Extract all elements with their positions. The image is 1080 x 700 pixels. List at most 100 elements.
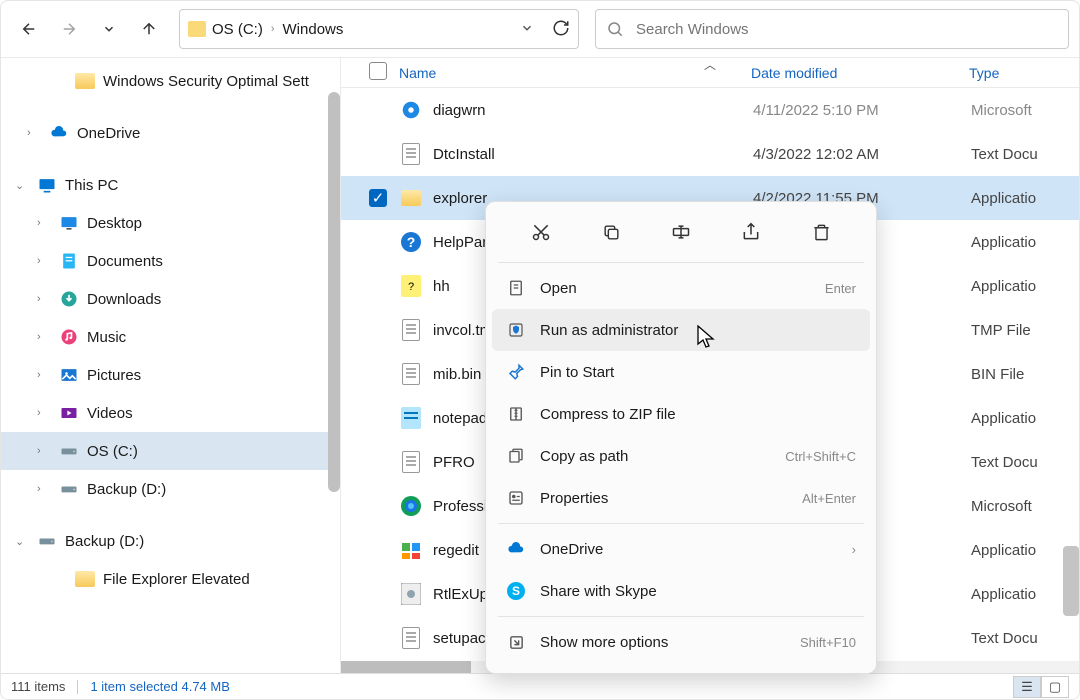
context-item-label: OneDrive bbox=[540, 541, 838, 558]
breadcrumb-segment[interactable]: Windows bbox=[283, 21, 344, 38]
sidebar-item[interactable]: Windows Security Optimal Sett bbox=[1, 62, 340, 100]
expand-icon[interactable]: › bbox=[37, 369, 51, 381]
expand-icon[interactable]: › bbox=[37, 331, 51, 343]
context-item[interactable]: Compress to ZIP file bbox=[492, 393, 870, 435]
expand-icon[interactable]: › bbox=[37, 217, 51, 229]
expand-icon[interactable]: ⌄ bbox=[15, 535, 29, 548]
sidebar-item-label: File Explorer Elevated bbox=[103, 571, 250, 588]
toolbar: OS (C:) › Windows bbox=[1, 1, 1079, 57]
column-header-name[interactable]: Name bbox=[399, 65, 751, 81]
column-header-date[interactable]: Date modified bbox=[751, 65, 969, 81]
row-checkbox[interactable]: ✓ bbox=[369, 189, 387, 207]
sidebar-item[interactable]: › Videos bbox=[1, 394, 340, 432]
file-icon bbox=[399, 142, 423, 166]
status-item-count: 111 items bbox=[11, 679, 65, 694]
nav-back-button[interactable] bbox=[11, 11, 47, 47]
vertical-scrollbar-thumb[interactable] bbox=[1063, 546, 1079, 616]
sidebar-item[interactable]: › Pictures bbox=[1, 356, 340, 394]
file-row[interactable]: diagwrn4/11/2022 5:10 PMMicrosoft bbox=[341, 88, 1079, 132]
context-item[interactable]: S Share with Skype bbox=[492, 570, 870, 612]
select-all-checkbox[interactable] bbox=[369, 62, 387, 80]
sidebar-item[interactable]: › Documents bbox=[1, 242, 340, 280]
expand-icon[interactable]: › bbox=[27, 127, 41, 139]
pc-icon bbox=[37, 175, 57, 195]
sidebar-item[interactable]: › Downloads bbox=[1, 280, 340, 318]
collapse-ribbon-button[interactable]: ︿ bbox=[704, 58, 716, 73]
pictures-icon bbox=[59, 365, 79, 385]
context-item[interactable]: OpenEnter bbox=[492, 267, 870, 309]
expand-icon[interactable]: › bbox=[37, 293, 51, 305]
context-menu: OpenEnterRun as administratorPin to Star… bbox=[485, 201, 877, 674]
svg-text:?: ? bbox=[408, 281, 414, 293]
copy-button[interactable] bbox=[593, 216, 629, 248]
sidebar-scrollbar[interactable] bbox=[328, 92, 340, 492]
sidebar-item[interactable]: › OS (C:) bbox=[1, 432, 340, 470]
status-bar: 111 items 1 item selected 4.74 MB ☰ ▢ bbox=[1, 673, 1079, 699]
refresh-button[interactable] bbox=[552, 19, 570, 40]
file-icon: ? bbox=[399, 274, 423, 298]
context-item[interactable]: Run as administrator bbox=[492, 309, 870, 351]
expand-icon[interactable]: › bbox=[37, 445, 51, 457]
delete-button[interactable] bbox=[803, 216, 839, 248]
search-input[interactable] bbox=[634, 20, 1058, 39]
status-selection: 1 item selected 4.74 MB bbox=[90, 679, 229, 694]
address-bar[interactable]: OS (C:) › Windows bbox=[179, 9, 579, 49]
sidebar-item-label: Backup (D:) bbox=[87, 481, 166, 498]
sidebar-item-label: OS (C:) bbox=[87, 443, 138, 460]
view-details-button[interactable]: ☰ bbox=[1013, 676, 1041, 698]
expand-icon[interactable]: › bbox=[37, 255, 51, 267]
sidebar-item[interactable]: › Music bbox=[1, 318, 340, 356]
file-icon: ? bbox=[399, 230, 423, 254]
context-item-shortcut: Ctrl+Shift+C bbox=[785, 449, 856, 464]
column-header-type[interactable]: Type bbox=[969, 65, 1079, 81]
rename-button[interactable] bbox=[663, 216, 699, 248]
nav-recent-button[interactable] bbox=[91, 11, 127, 47]
context-item-label: Copy as path bbox=[540, 448, 771, 465]
sidebar-item-label: This PC bbox=[65, 177, 118, 194]
file-row[interactable]: DtcInstall4/3/2022 12:02 AMText Docu bbox=[341, 132, 1079, 176]
pin-icon bbox=[506, 362, 526, 382]
context-item-label: Share with Skype bbox=[540, 583, 842, 600]
file-type: Applicatio bbox=[971, 234, 1079, 251]
context-item[interactable]: OneDrive› bbox=[492, 528, 870, 570]
sidebar-item-label: Pictures bbox=[87, 367, 141, 384]
file-icon bbox=[399, 626, 423, 650]
file-date: 4/11/2022 5:10 PM bbox=[753, 102, 971, 119]
sidebar-item[interactable]: ⌄ This PC bbox=[1, 166, 340, 204]
sidebar-item-label: Documents bbox=[87, 253, 163, 270]
sidebar-item[interactable]: File Explorer Elevated bbox=[1, 560, 340, 598]
file-name: diagwrn bbox=[433, 102, 753, 119]
context-item[interactable]: PropertiesAlt+Enter bbox=[492, 477, 870, 519]
sidebar-item-label: Downloads bbox=[87, 291, 161, 308]
search-box[interactable] bbox=[595, 9, 1069, 49]
expand-icon[interactable]: › bbox=[37, 407, 51, 419]
skype-icon: S bbox=[506, 581, 526, 601]
context-item-label: Properties bbox=[540, 490, 788, 507]
nav-up-button[interactable] bbox=[131, 11, 167, 47]
context-item-show-more[interactable]: Show more options Shift+F10 bbox=[492, 621, 870, 663]
address-dropdown-button[interactable] bbox=[520, 21, 534, 38]
context-item[interactable]: Copy as path Ctrl+Shift+C bbox=[492, 435, 870, 477]
file-icon bbox=[399, 186, 423, 210]
folder-icon bbox=[188, 21, 206, 37]
expand-icon[interactable]: › bbox=[37, 483, 51, 495]
props-icon bbox=[506, 488, 526, 508]
file-icon bbox=[399, 582, 423, 606]
expand-icon[interactable]: ⌄ bbox=[15, 179, 29, 192]
cut-button[interactable] bbox=[523, 216, 559, 248]
sidebar-item[interactable]: ›Desktop bbox=[1, 204, 340, 242]
nav-forward-button[interactable] bbox=[51, 11, 87, 47]
sidebar-item[interactable]: › Backup (D:) bbox=[1, 470, 340, 508]
file-type: Microsoft bbox=[971, 498, 1079, 515]
view-thumbnails-button[interactable]: ▢ bbox=[1041, 676, 1069, 698]
sidebar-item-label: Videos bbox=[87, 405, 133, 422]
drive-icon bbox=[59, 479, 79, 499]
sidebar-item[interactable]: ⌄Backup (D:) bbox=[1, 522, 340, 560]
share-button[interactable] bbox=[733, 216, 769, 248]
context-item[interactable]: Pin to Start bbox=[492, 351, 870, 393]
breadcrumb[interactable]: OS (C:) › Windows bbox=[212, 21, 360, 38]
sidebar-item[interactable]: ›OneDrive bbox=[1, 114, 340, 152]
sidebar-item-label: Music bbox=[87, 329, 126, 346]
breadcrumb-segment[interactable]: OS (C:) bbox=[212, 21, 263, 38]
file-type: Applicatio bbox=[971, 278, 1079, 295]
